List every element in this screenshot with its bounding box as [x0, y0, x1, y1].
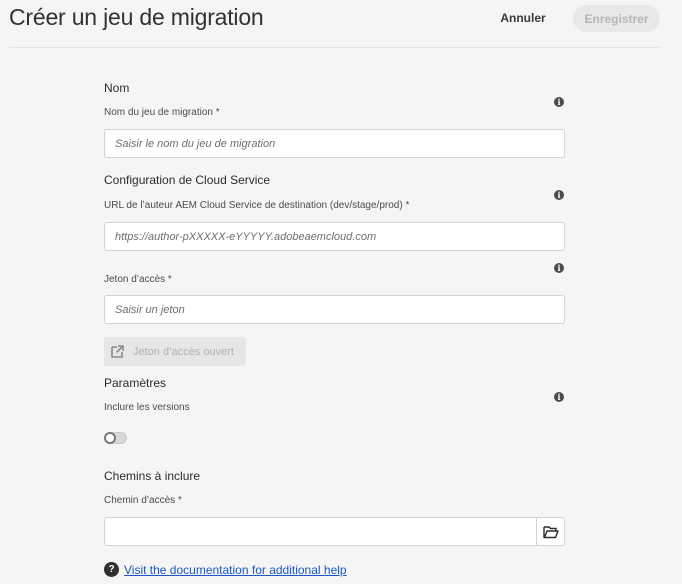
- target-url-label: URL de l’auteur AEM Cloud Service de des…: [104, 200, 410, 211]
- help-row: ? Visit the documentation for additional…: [104, 562, 404, 578]
- info-icon[interactable]: i: [554, 97, 564, 107]
- path-label: Chemin d’accès *: [104, 495, 182, 506]
- external-link-icon: [111, 345, 124, 358]
- documentation-link[interactable]: Visit the documentation for additional h…: [124, 563, 347, 577]
- page-title: Créer un jeu de migration: [9, 4, 264, 30]
- browse-path-button[interactable]: [536, 517, 565, 546]
- save-button[interactable]: Enregistrer: [573, 5, 660, 32]
- toggle-knob: [104, 432, 116, 444]
- info-icon[interactable]: i: [554, 190, 564, 200]
- path-input[interactable]: [104, 517, 536, 546]
- cancel-button[interactable]: Annuler: [491, 7, 555, 29]
- target-url-input[interactable]: [104, 222, 565, 251]
- info-icon[interactable]: i: [554, 263, 564, 273]
- open-access-token-button[interactable]: Jeton d’accès ouvert: [104, 337, 246, 366]
- name-section-title: Nom: [104, 81, 130, 95]
- cloud-service-section-title: Configuration de Cloud Service: [104, 173, 271, 187]
- include-versions-label: Inclure les versions: [104, 402, 190, 413]
- access-token-input[interactable]: [104, 295, 565, 324]
- header-divider: [9, 47, 659, 48]
- parameters-section-title: Paramètres: [104, 376, 167, 390]
- folder-open-icon: [543, 526, 559, 539]
- migration-set-name-label: Nom du jeu de migration *: [104, 107, 220, 118]
- access-token-label: Jeton d’accès *: [104, 274, 172, 285]
- paths-section-title: Chemins à inclure: [104, 469, 201, 483]
- help-icon: ?: [104, 562, 119, 577]
- open-access-token-label: Jeton d’accès ouvert: [133, 345, 234, 358]
- migration-set-name-input[interactable]: [104, 129, 565, 158]
- page-header: Créer un jeu de migration Annuler Enregi…: [0, 0, 682, 48]
- include-versions-toggle[interactable]: [104, 432, 127, 444]
- info-icon[interactable]: i: [554, 392, 564, 402]
